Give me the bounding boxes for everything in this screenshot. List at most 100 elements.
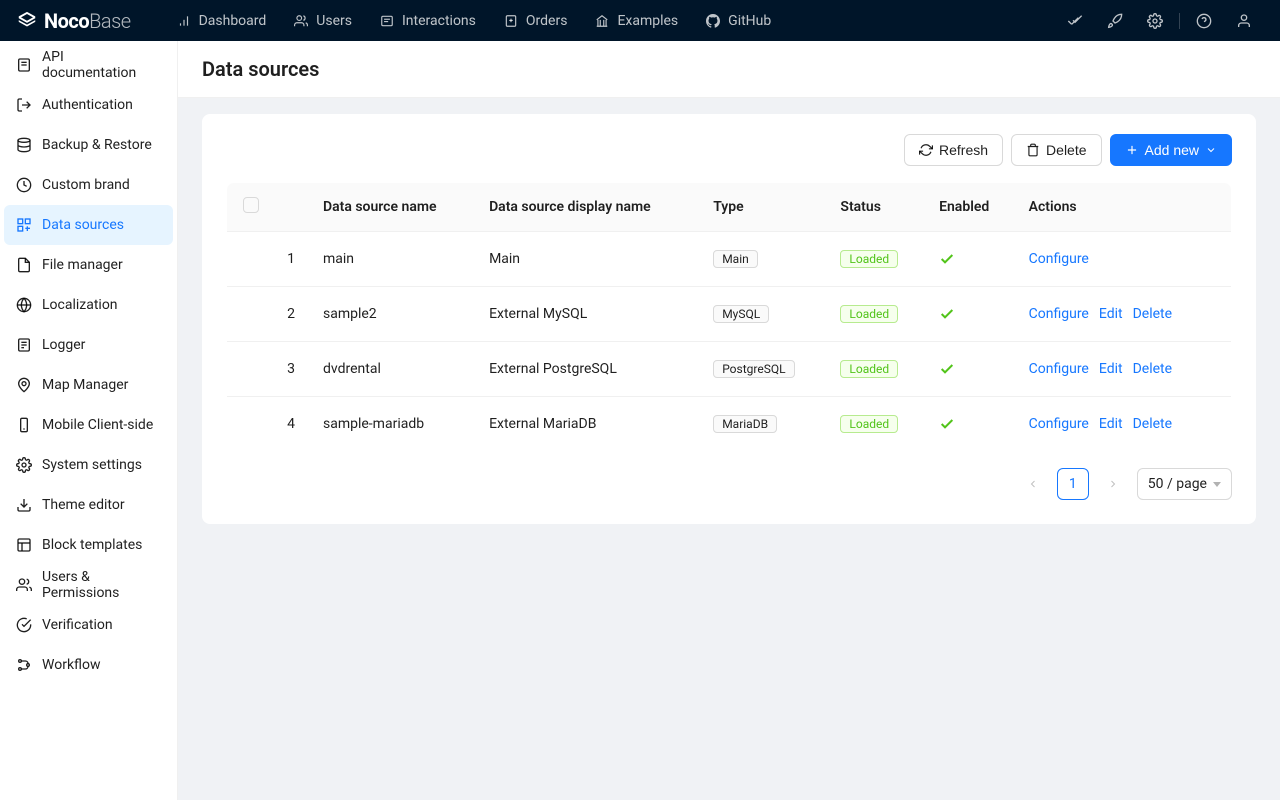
trash-icon: [1026, 143, 1040, 157]
plus-icon: [1125, 143, 1139, 157]
sidebar-icon: [16, 537, 32, 553]
sidebar-item-backup-restore[interactable]: Backup & Restore: [4, 125, 173, 165]
rocket-icon[interactable]: [1095, 0, 1135, 41]
col-type: Type: [701, 183, 828, 232]
cell-display-name: External MariaDB: [477, 397, 701, 452]
page-1-button[interactable]: 1: [1057, 468, 1089, 500]
nav-label: Dashboard: [199, 13, 267, 29]
sidebar-item-label: Workflow: [42, 657, 101, 673]
chevron-down-icon: [1205, 144, 1217, 156]
sidebar-item-theme-editor[interactable]: Theme editor: [4, 485, 173, 525]
enabled-check-icon: [939, 361, 1005, 377]
sidebar-icon: [16, 177, 32, 193]
action-edit[interactable]: Edit: [1099, 361, 1123, 377]
col-status: Status: [828, 183, 927, 232]
action-delete[interactable]: Delete: [1133, 416, 1172, 432]
select-all-checkbox[interactable]: [243, 197, 259, 213]
row-index: 4: [271, 397, 311, 452]
row-index: 1: [271, 232, 311, 287]
action-configure[interactable]: Configure: [1029, 361, 1089, 377]
page-size-select[interactable]: 50 / page: [1137, 468, 1232, 500]
prev-page-button[interactable]: [1017, 468, 1049, 500]
sidebar-item-file-manager[interactable]: File manager: [4, 245, 173, 285]
sidebar-item-label: Verification: [42, 617, 113, 633]
sidebar-item-logger[interactable]: Logger: [4, 325, 173, 365]
sidebar: API documentation Authentication Backup & …: [0, 41, 178, 800]
sidebar-item-data-sources[interactable]: Data sources: [4, 205, 173, 245]
sidebar-item-label: Block templates: [42, 537, 142, 553]
sidebar-item-custom-brand[interactable]: Custom brand: [4, 165, 173, 205]
sidebar-item-system-settings[interactable]: System settings: [4, 445, 173, 485]
sidebar-item-label: Mobile Client-side: [42, 417, 153, 433]
sidebar-item-verification[interactable]: Verification: [4, 605, 173, 645]
sidebar-icon: [16, 217, 32, 233]
action-configure[interactable]: Configure: [1029, 251, 1089, 267]
main-content: Data sources Refresh Delete Add new: [178, 41, 1280, 800]
enabled-check-icon: [939, 416, 1005, 432]
nav-item-dashboard[interactable]: Dashboard: [163, 0, 281, 41]
sidebar-item-label: System settings: [42, 457, 142, 473]
row-index: 2: [271, 287, 311, 342]
nav-label: Interactions: [402, 13, 476, 29]
delete-button[interactable]: Delete: [1011, 134, 1101, 166]
action-delete[interactable]: Delete: [1133, 306, 1172, 322]
table-row: 1mainMainMainLoadedConfigure: [227, 232, 1232, 287]
action-configure[interactable]: Configure: [1029, 306, 1089, 322]
action-edit[interactable]: Edit: [1099, 306, 1123, 322]
sidebar-item-mobile-client-side[interactable]: Mobile Client-side: [4, 405, 173, 445]
settings-icon[interactable]: [1135, 0, 1175, 41]
sidebar-item-map-manager[interactable]: Map Manager: [4, 365, 173, 405]
type-tag: MySQL: [713, 305, 769, 323]
sidebar-icon: [16, 657, 32, 673]
logo[interactable]: NocoBase: [16, 9, 131, 33]
refresh-button[interactable]: Refresh: [904, 134, 1003, 166]
cell-actions: Configure Edit Delete: [1017, 397, 1232, 452]
status-badge: Loaded: [840, 250, 898, 268]
pagination: 1 50 / page: [226, 468, 1232, 500]
sidebar-icon: [16, 97, 32, 113]
action-configure[interactable]: Configure: [1029, 416, 1089, 432]
nav-item-interactions[interactable]: Interactions: [366, 0, 490, 41]
user-icon[interactable]: [1224, 0, 1264, 41]
sidebar-item-label: Custom brand: [42, 177, 130, 193]
sidebar-item-label: Authentication: [42, 97, 133, 113]
toolbar: Refresh Delete Add new: [226, 134, 1232, 166]
data-sources-table: Data source name Data source display nam…: [226, 182, 1232, 452]
status-badge: Loaded: [840, 305, 898, 323]
col-name: Data source name: [311, 183, 477, 232]
data-sources-card: Refresh Delete Add new: [202, 114, 1256, 524]
type-tag: MariaDB: [713, 415, 777, 433]
cell-name: sample-mariadb: [311, 397, 477, 452]
sidebar-item-localization[interactable]: Localization: [4, 285, 173, 325]
enabled-check-icon: [939, 306, 1005, 322]
sidebar-item-label: Users & Permissions: [42, 569, 161, 601]
type-tag: Main: [713, 250, 758, 268]
cell-actions: Configure: [1017, 232, 1232, 287]
action-edit[interactable]: Edit: [1099, 416, 1123, 432]
nav-item-orders[interactable]: Orders: [490, 0, 582, 41]
col-display-name: Data source display name: [477, 183, 701, 232]
sidebar-item-workflow[interactable]: Workflow: [4, 645, 173, 685]
sidebar-item-block-templates[interactable]: Block templates: [4, 525, 173, 565]
add-new-button[interactable]: Add new: [1110, 134, 1232, 166]
cell-name: main: [311, 232, 477, 287]
table-row: 4sample-mariadbExternal MariaDBMariaDBLo…: [227, 397, 1232, 452]
sidebar-item-users-permissions[interactable]: Users & Permissions: [4, 565, 173, 605]
action-delete[interactable]: Delete: [1133, 361, 1172, 377]
cell-name: sample2: [311, 287, 477, 342]
sidebar-item-api-documentation[interactable]: API documentation: [4, 45, 173, 85]
nav-item-examples[interactable]: Examples: [581, 0, 692, 41]
sidebar-icon: [16, 257, 32, 273]
highlight-icon[interactable]: [1055, 0, 1095, 41]
nav-label: Examples: [617, 13, 678, 29]
file-icon: [504, 14, 518, 28]
sidebar-item-label: File manager: [42, 257, 123, 273]
users-icon: [294, 14, 308, 28]
nav-item-users[interactable]: Users: [280, 0, 366, 41]
sidebar-item-label: Logger: [42, 337, 85, 353]
sidebar-item-authentication[interactable]: Authentication: [4, 85, 173, 125]
sidebar-item-label: Data sources: [42, 217, 124, 233]
nav-item-github[interactable]: GitHub: [692, 0, 785, 41]
help-icon[interactable]: [1184, 0, 1224, 41]
next-page-button[interactable]: [1097, 468, 1129, 500]
